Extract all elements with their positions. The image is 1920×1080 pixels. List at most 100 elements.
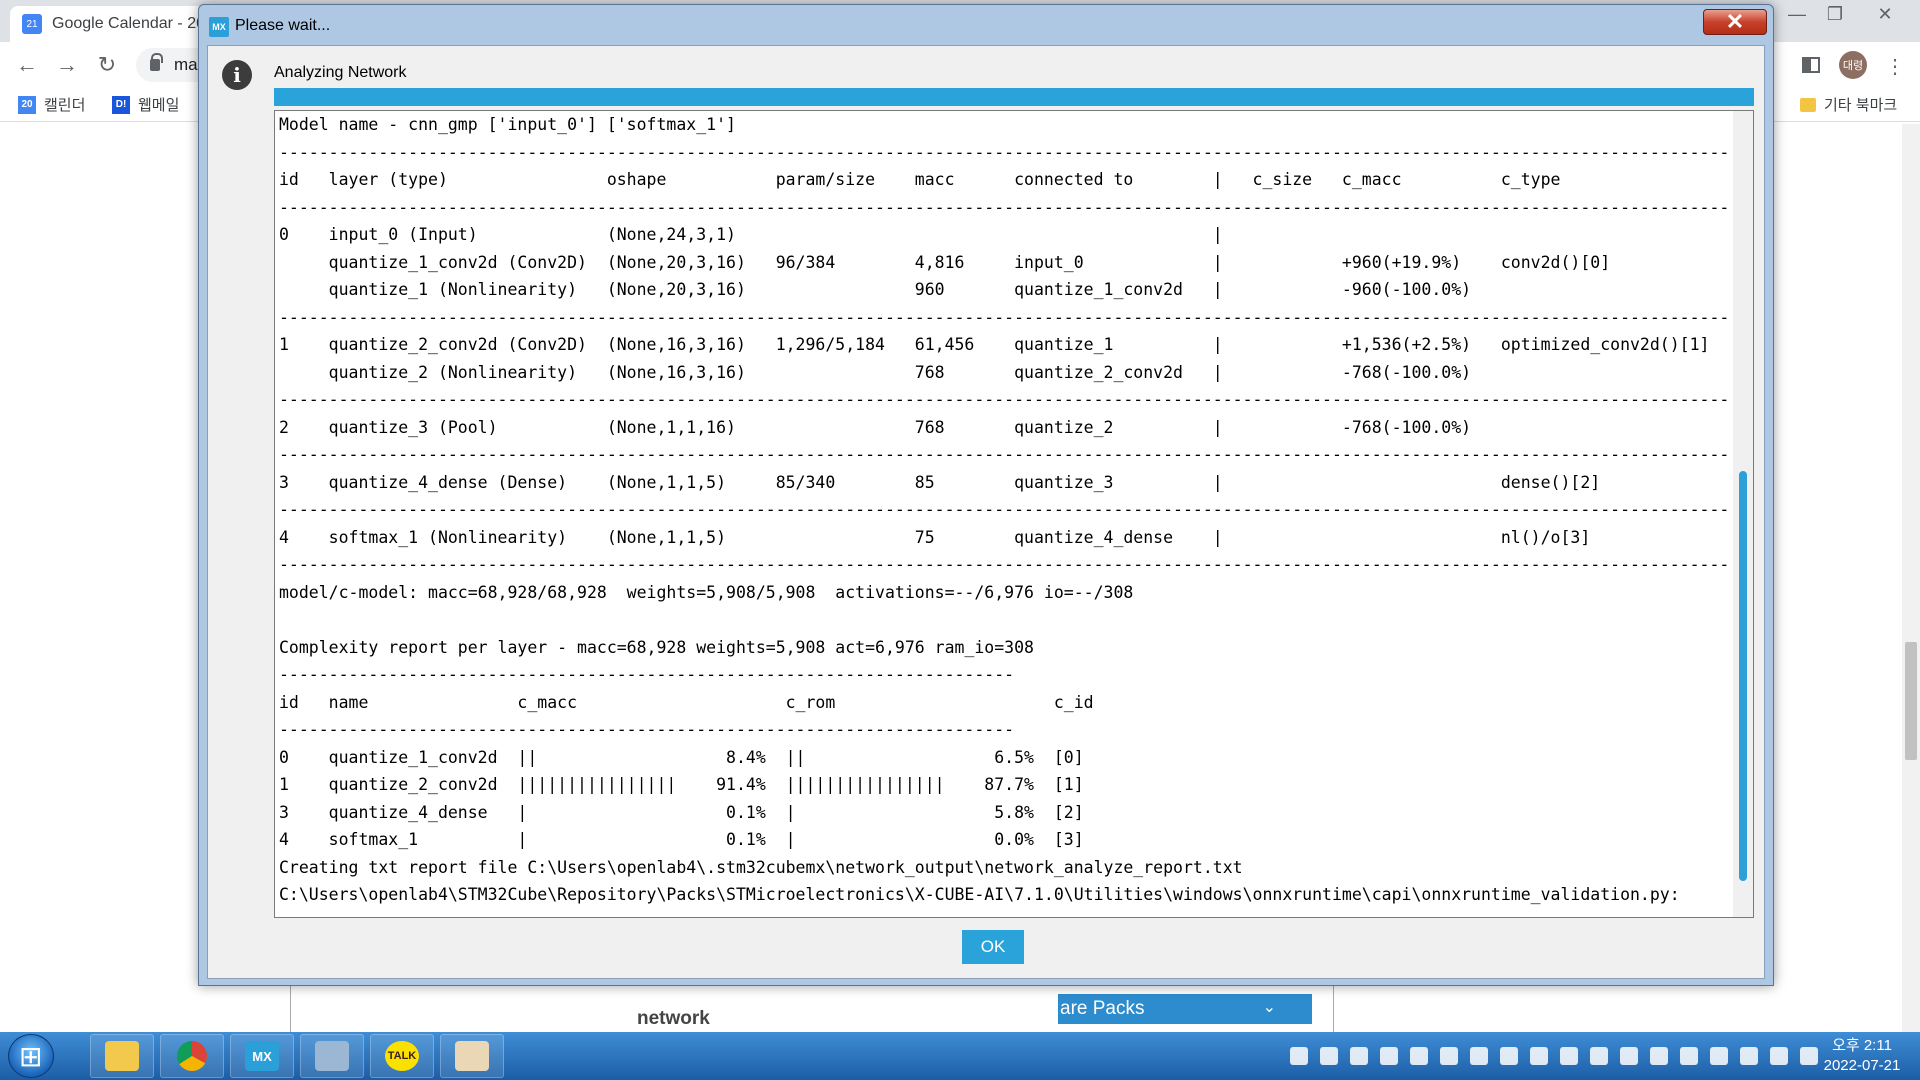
tray-icon[interactable]	[1560, 1047, 1578, 1065]
chat-icon[interactable]	[1440, 1047, 1458, 1065]
window-icon[interactable]	[1800, 54, 1822, 76]
console-line: ----------------------------------------…	[279, 445, 1731, 464]
folder-icon	[1800, 97, 1816, 112]
bookmark-label: 웹메일	[138, 97, 180, 114]
talk-icon: TALK	[385, 1041, 419, 1071]
console-line: quantize_2 (Nonlinearity) (None,16,3,16)…	[279, 362, 1472, 382]
restore-icon[interactable]: ❐	[1816, 0, 1854, 28]
console-text: Model name - cnn_gmp ['input_0'] ['softm…	[275, 111, 1731, 917]
console-line: 3 quantize_4_dense (Dense) (None,1,1,5) …	[279, 472, 1601, 492]
taskbar-explorer[interactable]	[90, 1034, 154, 1078]
start-button[interactable]	[8, 1034, 54, 1078]
console-line: ----------------------------------------…	[279, 307, 1731, 327]
tray-icon[interactable]	[1650, 1047, 1668, 1065]
tray-icon[interactable]	[1410, 1047, 1428, 1065]
console-line: id layer (type) oshape param/size macc c…	[279, 170, 1561, 189]
console-line: Complexity report per layer - macc=68,92…	[279, 637, 1034, 657]
dialog-titlebar[interactable]: MX Please wait... ✕	[199, 5, 1773, 45]
taskbar-paint[interactable]	[440, 1034, 504, 1078]
taskbar: MX TALK 오후 2:11 2022-07-21	[0, 1032, 1920, 1080]
console-line: Model name - cnn_gmp ['input_0'] ['softm…	[279, 115, 736, 134]
tray-icon[interactable]	[1530, 1047, 1548, 1065]
ok-button[interactable]: OK	[962, 930, 1024, 964]
speaker-icon[interactable]	[1740, 1047, 1758, 1065]
console-line: Creating txt report file C:\Users\openla…	[279, 857, 1243, 877]
dialog-body: i Analyzing Network Model name - cnn_gmp…	[207, 45, 1765, 979]
bookmark-other[interactable]: 기타 북마크	[1800, 94, 1897, 115]
tray-icon[interactable]	[1380, 1047, 1398, 1065]
dialog-close-button[interactable]: ✕	[1703, 9, 1767, 35]
console-line: ----------------------------------------…	[279, 197, 1731, 217]
console-scrollbar[interactable]	[1733, 111, 1753, 917]
console-line: ----------------------------------------…	[279, 720, 1015, 739]
tray-icon[interactable]	[1620, 1047, 1638, 1065]
webmail-icon: D!	[112, 95, 130, 114]
tray-icon[interactable]	[1500, 1047, 1518, 1065]
console-line: quantize_1_conv2d (Conv2D) (None,20,3,16…	[279, 252, 1611, 272]
calendar-icon: 21	[22, 14, 42, 34]
help-icon[interactable]	[1350, 1047, 1368, 1065]
address-text: ma	[174, 55, 198, 74]
page-scrollbar[interactable]	[1902, 124, 1920, 1032]
dialog-heading: Analyzing Network	[274, 64, 407, 81]
taskbar-stm32cubemx[interactable]: MX	[230, 1034, 294, 1078]
network-label: network	[637, 1008, 710, 1029]
network-icon[interactable]	[1710, 1047, 1728, 1065]
console-line: ----------------------------------------…	[279, 500, 1731, 519]
taskbar-kakaotalk[interactable]: TALK	[370, 1034, 434, 1078]
page-scrollbar-thumb[interactable]	[1905, 642, 1917, 760]
chrome-icon	[177, 1041, 207, 1071]
bookmark-webmail[interactable]: D! 웹메일	[112, 94, 179, 115]
bookmark-calendar[interactable]: 20 캘린더	[18, 94, 85, 115]
calendar-icon: 20	[18, 95, 36, 114]
progress-bar	[274, 88, 1754, 106]
console-output[interactable]: Model name - cnn_gmp ['input_0'] ['softm…	[274, 110, 1754, 918]
console-line: ----------------------------------------…	[279, 555, 1731, 574]
minimize-icon[interactable]: —	[1778, 0, 1816, 28]
taskbar-chrome[interactable]	[160, 1034, 224, 1078]
packs-select[interactable]: are Packs ⌄	[1058, 994, 1312, 1024]
taskbar-notepad[interactable]	[300, 1034, 364, 1078]
tab-google-calendar[interactable]: 21 Google Calendar - 20	[10, 6, 216, 42]
mx-icon: MX	[245, 1041, 279, 1071]
console-line: 0 input_0 (Input) (None,24,3,1) |	[279, 225, 1223, 244]
tray-icon[interactable]	[1290, 1047, 1308, 1065]
avatar[interactable]: 대령	[1839, 51, 1867, 79]
console-scrollbar-thumb[interactable]	[1739, 471, 1747, 881]
bookmark-label: 캘린더	[44, 97, 86, 114]
volume-icon[interactable]	[1680, 1047, 1698, 1065]
close-icon[interactable]: ✕	[1866, 0, 1904, 28]
console-line: quantize_1 (Nonlinearity) (None,20,3,16)…	[279, 280, 1472, 299]
console-line: 2 quantize_3 (Pool) (None,1,1,16) 768 qu…	[279, 417, 1472, 437]
back-icon[interactable]: ←	[14, 52, 40, 78]
forward-icon[interactable]: →	[54, 52, 80, 78]
clock[interactable]: 오후 2:11 2022-07-21	[1812, 1036, 1912, 1076]
clock-time: 오후 2:11	[1832, 1037, 1892, 1054]
bookmark-label: 기타 북마크	[1824, 97, 1898, 114]
console-line: id name c_macc c_rom c_id	[279, 692, 1094, 712]
clock-date: 2022-07-21	[1823, 1057, 1901, 1074]
console-line: 1 quantize_2_conv2d |||||||||||||||| 91.…	[279, 775, 1084, 794]
console-line: 3 quantize_4_dense | 0.1% | 5.8% [2]	[279, 802, 1084, 822]
folder-icon	[105, 1041, 139, 1071]
console-line: C:\Users\openlab4\STM32Cube\Repository\P…	[279, 885, 1680, 904]
paint-icon	[455, 1041, 489, 1071]
console-line: ----------------------------------------…	[279, 142, 1731, 162]
chevron-down-icon: ⌄	[1262, 999, 1276, 1016]
console-line: 1 quantize_2_conv2d (Conv2D) (None,16,3,…	[279, 335, 1710, 354]
tray-icon[interactable]	[1590, 1047, 1608, 1065]
dialog-title: Please wait...	[235, 17, 331, 34]
console-line: ----------------------------------------…	[279, 390, 1731, 409]
flag-icon[interactable]	[1770, 1047, 1788, 1065]
more-menu-icon[interactable]: ⋮	[1884, 54, 1906, 78]
reload-icon[interactable]: ↻	[94, 52, 120, 78]
ime-icon[interactable]	[1320, 1047, 1338, 1065]
console-line: 4 softmax_1 | 0.1% | 0.0% [3]	[279, 830, 1084, 849]
console-line: ----------------------------------------…	[279, 665, 1015, 684]
console-line: model/c-model: macc=68,928/68,928 weight…	[279, 582, 1134, 602]
tray-icon[interactable]	[1470, 1047, 1488, 1065]
notepad-icon	[315, 1041, 349, 1071]
please-wait-dialog: MX Please wait... ✕ i Analyzing Network …	[198, 4, 1774, 986]
mx-icon: MX	[209, 17, 229, 37]
